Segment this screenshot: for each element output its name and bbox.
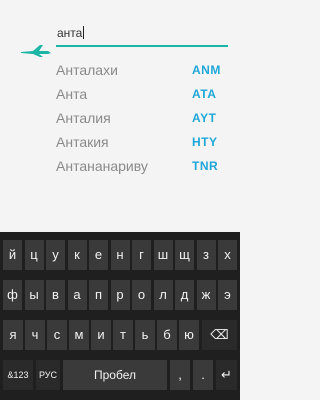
on-screen-keyboard: й ц у к е н г ш щ з х ф ы в а п р о л д ж э я ч с м и т ь б ю ⌫ &123 РУС П… [0,232,240,400]
key-.[interactable]: . [193,360,213,390]
key-э[interactable]: э [218,280,237,310]
key-п[interactable]: п [89,280,108,310]
result-city: Антананариву [56,158,148,174]
key-а[interactable]: а [67,280,87,310]
key-ш[interactable]: ш [153,240,173,270]
list-item[interactable]: Анталахи ANM [0,60,240,84]
key-ч[interactable]: ч [25,320,45,350]
key-в[interactable]: в [46,280,65,310]
search-area: анта [0,0,240,60]
list-item[interactable]: Антакия HTY [0,132,240,156]
search-query: анта [57,26,83,40]
result-city: Анталия [56,110,111,126]
key-ф[interactable]: ф [3,280,22,310]
result-code: TNR [192,159,219,173]
result-code: AYT [192,111,217,125]
list-item[interactable]: Анталия AYT [0,108,240,132]
key-й[interactable]: й [3,240,22,270]
airplane-icon [21,45,51,57]
key-х[interactable]: х [218,240,237,270]
key-к[interactable]: к [67,240,87,270]
key-,[interactable]: , [170,360,190,390]
result-code: ANM [192,63,221,77]
list-item[interactable]: Антананариву TNR [0,156,240,180]
key-л[interactable]: л [153,280,173,310]
symbols-key[interactable]: &123 [3,360,33,390]
result-city: Антакия [56,134,109,150]
key-и[interactable]: и [91,320,111,350]
key-ж[interactable]: ж [196,280,216,310]
key-ю[interactable]: ю [179,320,199,350]
enter-key[interactable]: ↵ [216,360,237,390]
space-key[interactable]: Пробел [63,360,167,390]
result-code: ATA [192,87,217,101]
key-я[interactable]: я [3,320,23,350]
key-щ[interactable]: щ [175,240,194,270]
search-input[interactable]: анта [57,26,85,40]
key-т[interactable]: т [113,320,133,350]
result-city: Анта [56,86,88,102]
key-з[interactable]: з [196,240,216,270]
key-у[interactable]: у [46,240,65,270]
language-key[interactable]: РУС [36,360,60,390]
key-ц[interactable]: ц [24,240,44,270]
key-ы[interactable]: ы [24,280,44,310]
key-д[interactable]: д [175,280,194,310]
search-underline [56,45,228,47]
list-item[interactable]: Анта ATA [0,84,240,108]
result-code: HTY [192,135,218,149]
key-р[interactable]: р [110,280,130,310]
result-city: Анталахи [56,62,118,78]
text-caret [83,26,85,39]
key-о[interactable]: о [132,280,151,310]
key-е[interactable]: е [89,240,108,270]
key-ь[interactable]: ь [135,320,155,350]
key-с[interactable]: с [47,320,67,350]
key-б[interactable]: б [157,320,177,350]
key-н[interactable]: н [110,240,130,270]
key-м[interactable]: м [69,320,89,350]
backspace-key[interactable]: ⌫ [202,320,237,350]
key-г[interactable]: г [132,240,151,270]
